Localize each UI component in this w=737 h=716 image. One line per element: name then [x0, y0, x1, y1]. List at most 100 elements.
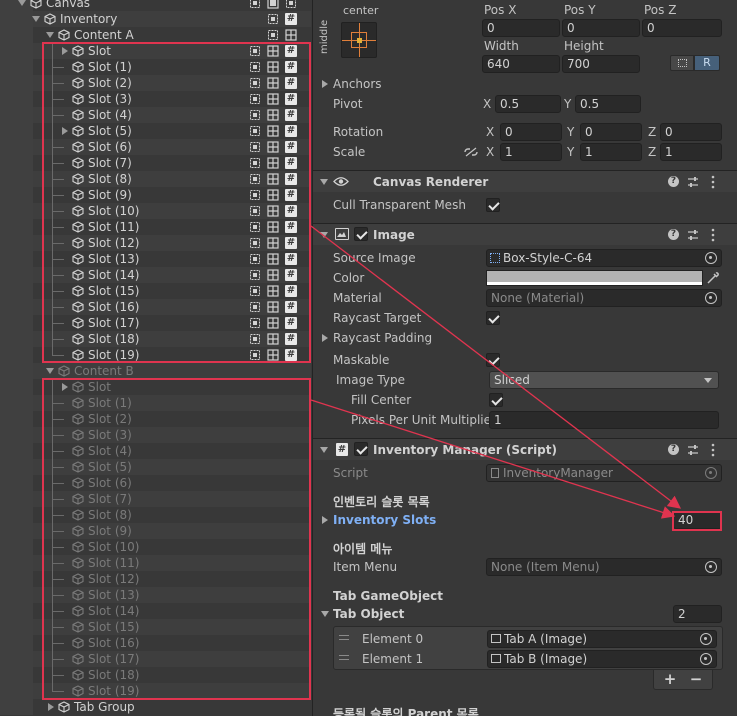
visibility-strip[interactable] [0, 699, 33, 715]
raycast-padding-foldout[interactable] [322, 334, 328, 342]
visibility-strip[interactable] [0, 539, 33, 555]
pivot-y-field[interactable]: 0.5 [575, 95, 641, 113]
visibility-strip[interactable] [0, 587, 33, 603]
expand-arrow-icon[interactable] [18, 0, 26, 6]
question-icon[interactable]: ? [668, 176, 679, 187]
visibility-strip[interactable] [0, 43, 33, 59]
rotation-z-field[interactable]: 0 [660, 123, 722, 141]
visibility-strip[interactable] [0, 603, 33, 619]
blueprint-mode-button[interactable] [670, 55, 694, 71]
item-menu-field[interactable]: None (Item Menu) [486, 558, 722, 576]
scale-z-field[interactable]: 1 [660, 143, 722, 161]
hierarchy-slot-a-19[interactable]: Slot (19) # [0, 347, 311, 363]
inventory-slots-label[interactable]: Inventory Slots [333, 512, 436, 528]
visibility-strip[interactable] [0, 27, 33, 43]
hierarchy-slot-a-5[interactable]: Slot (5) # [0, 123, 311, 139]
hierarchy-slot-a-13[interactable]: Slot (13) # [0, 251, 311, 267]
anchor-preset-button[interactable] [341, 22, 377, 58]
hierarchy-slot-a-18[interactable]: Slot (18) # [0, 331, 311, 347]
visibility-strip[interactable] [0, 75, 33, 91]
width-field[interactable]: 640 [482, 55, 560, 73]
element-1-field[interactable]: Tab B (Image) [487, 650, 717, 668]
hierarchy-slot-b-19[interactable]: Slot (19) [0, 683, 311, 699]
constrain-proportions-icon[interactable] [464, 146, 478, 157]
fill-center-checkbox[interactable] [489, 393, 503, 407]
collapse-arrow-icon[interactable] [62, 47, 68, 55]
add-element-button[interactable]: + [660, 670, 680, 688]
hierarchy-slot-b-3[interactable]: Slot (3) [0, 427, 311, 443]
hierarchy-slot-a-10[interactable]: Slot (10) # [0, 203, 311, 219]
color-swatch[interactable] [486, 270, 703, 286]
hierarchy-slot-a-16[interactable]: Slot (16) # [0, 299, 311, 315]
question-icon[interactable]: ? [668, 229, 679, 240]
hierarchy-slot-b-16[interactable]: Slot (16) [0, 635, 311, 651]
tab-object-label[interactable]: Tab Object [333, 606, 404, 622]
hierarchy-slot-a-11[interactable]: Slot (11) # [0, 219, 311, 235]
visibility-strip[interactable] [0, 299, 33, 315]
collapse-arrow-icon[interactable] [48, 703, 54, 711]
visibility-strip[interactable] [0, 555, 33, 571]
visibility-strip[interactable] [0, 651, 33, 667]
hierarchy-slot-b-18[interactable]: Slot (18) [0, 667, 311, 683]
visibility-strip[interactable] [0, 91, 33, 107]
question-icon[interactable]: ? [668, 444, 679, 455]
visibility-strip[interactable] [0, 619, 33, 635]
hierarchy-canvas[interactable]: Canvas [0, 0, 311, 11]
raycast-target-checkbox[interactable] [486, 311, 500, 325]
object-picker-icon[interactable] [700, 653, 712, 665]
pos-z-field[interactable]: 0 [642, 19, 722, 37]
inventory-manager-enabled-checkbox[interactable] [354, 442, 368, 456]
hierarchy-slot-b-1[interactable]: Slot (1) [0, 395, 311, 411]
hierarchy-slot-a-15[interactable]: Slot (15) # [0, 283, 311, 299]
visibility-strip[interactable] [0, 411, 33, 427]
visibility-strip[interactable] [0, 203, 33, 219]
inventory-manager-foldout[interactable] [320, 447, 328, 453]
scale-y-field[interactable]: 1 [580, 143, 642, 161]
tab-object-count[interactable]: 2 [673, 605, 722, 623]
hierarchy-slot-b-13[interactable]: Slot (13) [0, 587, 311, 603]
expand-arrow-icon[interactable] [46, 368, 54, 374]
hierarchy-slot-a-8[interactable]: Slot (8) # [0, 171, 311, 187]
hierarchy-slot-a-7[interactable]: Slot (7) # [0, 155, 311, 171]
height-field[interactable]: 700 [562, 55, 640, 73]
inventory-slots-count[interactable]: 40 [673, 511, 722, 529]
visibility-strip[interactable] [0, 0, 33, 11]
collapse-arrow-icon[interactable] [62, 127, 68, 135]
hierarchy-slot-b-8[interactable]: Slot (8) [0, 507, 311, 523]
hierarchy-slot-b-14[interactable]: Slot (14) [0, 603, 311, 619]
hierarchy-slot-b-11[interactable]: Slot (11) [0, 555, 311, 571]
material-field[interactable]: None (Material) [486, 289, 722, 307]
visibility-strip[interactable] [0, 123, 33, 139]
visibility-strip[interactable] [0, 11, 33, 27]
hierarchy-slot-a-4[interactable]: Slot (4) # [0, 107, 311, 123]
raw-edit-button[interactable]: R [694, 55, 720, 71]
pos-y-field[interactable]: 0 [562, 19, 640, 37]
hierarchy-content-a[interactable]: Content A [0, 27, 311, 43]
kebab-icon[interactable] [711, 443, 715, 457]
image-type-dropdown[interactable]: Sliced [489, 371, 719, 389]
expand-arrow-icon[interactable] [32, 16, 40, 22]
visibility-strip[interactable] [0, 459, 33, 475]
visibility-strip[interactable] [0, 283, 33, 299]
hierarchy-slot-b-9[interactable]: Slot (9) [0, 523, 311, 539]
hierarchy-slot-b-7[interactable]: Slot (7) [0, 491, 311, 507]
visibility-strip[interactable] [0, 235, 33, 251]
inventory-slots-foldout[interactable] [322, 516, 328, 524]
image-enabled-checkbox[interactable] [354, 227, 368, 241]
anchors-label[interactable]: Anchors [333, 76, 382, 92]
hierarchy-content-b[interactable]: Content B [0, 363, 311, 379]
visibility-strip[interactable] [0, 475, 33, 491]
hierarchy-slot-b-6[interactable]: Slot (6) [0, 475, 311, 491]
image-header[interactable]: Image ? [313, 223, 737, 245]
hierarchy-slot-b-15[interactable]: Slot (15) [0, 619, 311, 635]
object-picker-icon[interactable] [700, 633, 712, 645]
sliders-icon[interactable] [687, 444, 699, 456]
visibility-strip[interactable] [0, 635, 33, 651]
image-foldout[interactable] [320, 232, 328, 238]
hierarchy-slot-b-10[interactable]: Slot (10) [0, 539, 311, 555]
anchors-foldout[interactable] [322, 80, 328, 88]
hierarchy-slot-a-9[interactable]: Slot (9) # [0, 187, 311, 203]
hierarchy-tab-group[interactable]: Tab Group [0, 699, 311, 715]
object-picker-icon[interactable] [705, 561, 717, 573]
hierarchy-slot-a-1[interactable]: Slot (1) # [0, 59, 311, 75]
